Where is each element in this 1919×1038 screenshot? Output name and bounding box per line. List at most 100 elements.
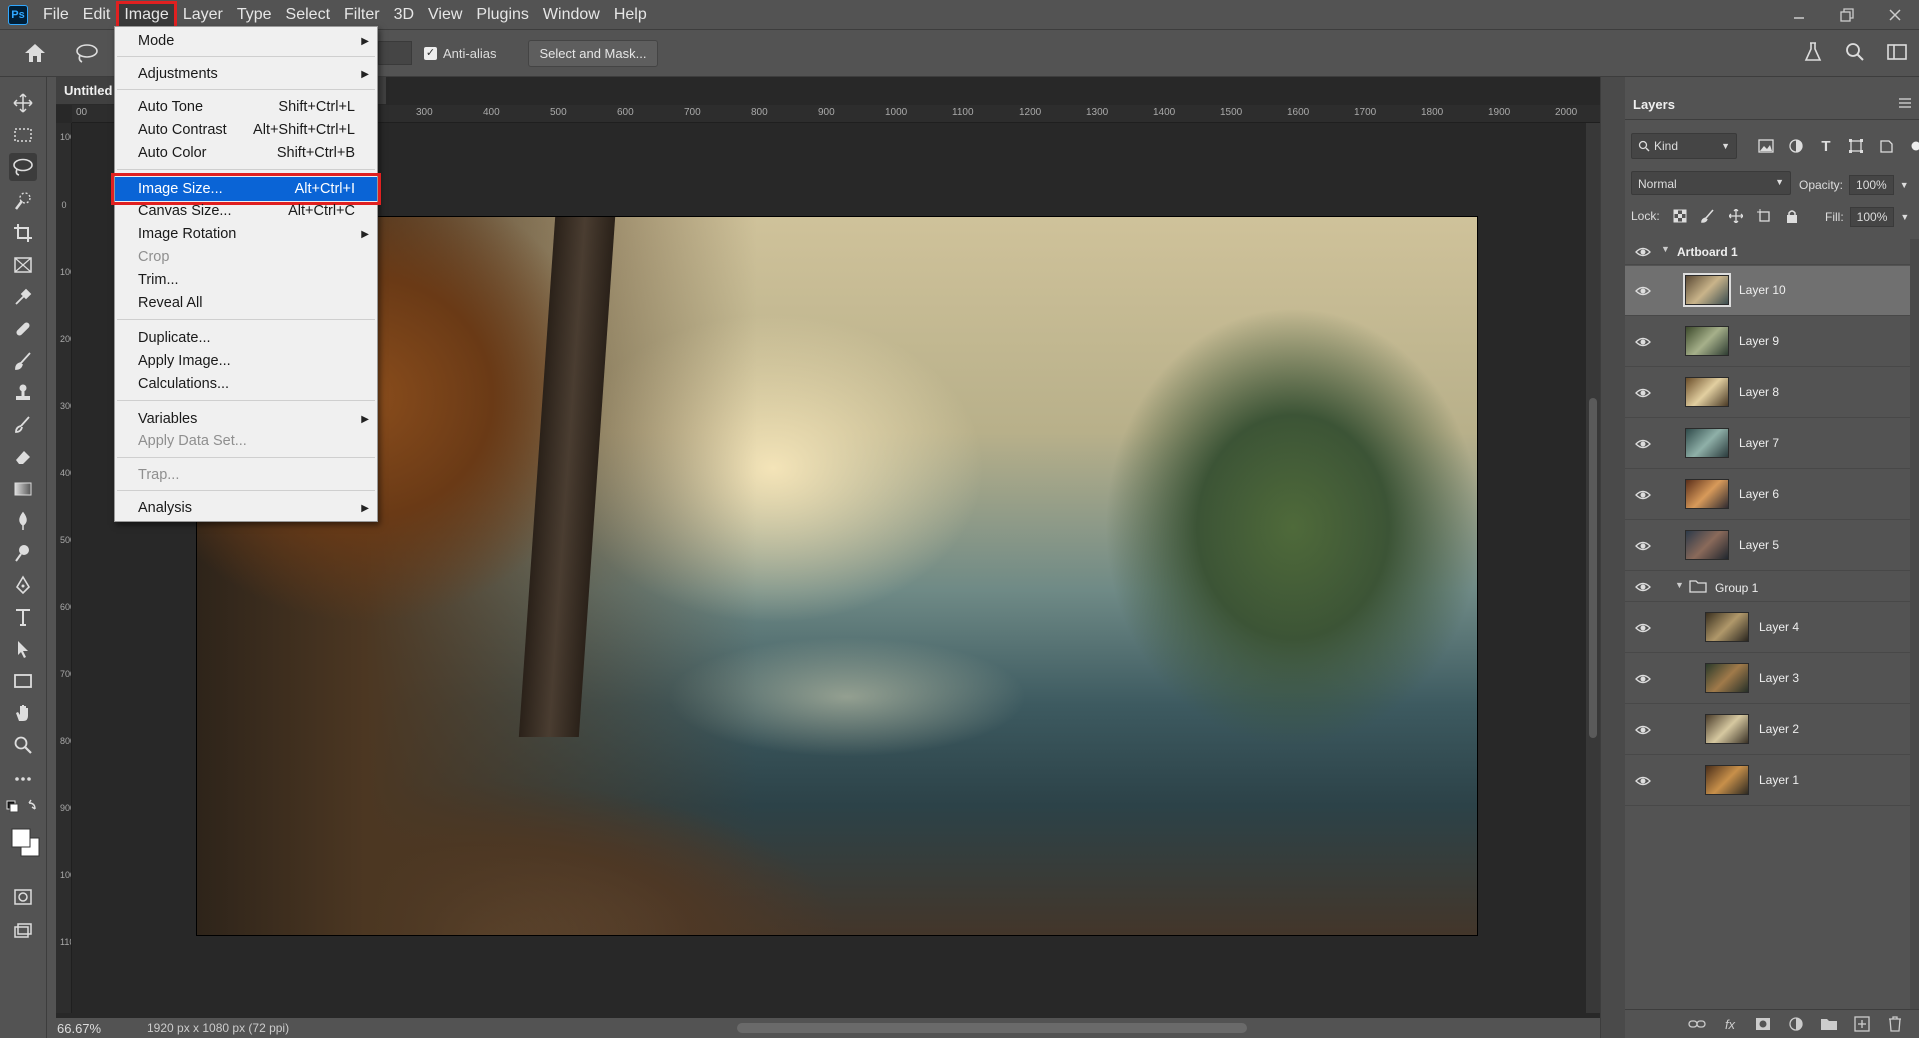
menu-plugins[interactable]: Plugins <box>471 4 533 26</box>
menu-item-trim[interactable]: Trim... <box>115 269 377 291</box>
menu-item-crop[interactable]: Crop <box>115 246 377 268</box>
lock-pixels-brush-icon[interactable] <box>1700 208 1716 224</box>
menu-item-trap[interactable]: Trap... <box>115 464 377 486</box>
layer-row[interactable]: Layer 8 <box>1625 368 1911 418</box>
screen-mode-button[interactable] <box>9 917 37 945</box>
document-info[interactable]: 1920 px x 1080 px (72 ppi) <box>147 1021 289 1035</box>
minimize-button[interactable] <box>1775 0 1823 29</box>
eye-icon[interactable] <box>1635 579 1651 595</box>
menu-item-apply-data-set[interactable]: Apply Data Set... <box>115 430 377 452</box>
zoom-tool[interactable] <box>9 731 37 759</box>
new-layer-icon[interactable] <box>1853 1015 1871 1033</box>
restore-button[interactable] <box>1823 0 1871 29</box>
zoom-level[interactable]: 66.67% <box>57 1021 135 1036</box>
quick-mask-button[interactable] <box>9 883 37 911</box>
menu-item-calculations[interactable]: Calculations... <box>115 373 377 395</box>
menu-item-reveal-all[interactable]: Reveal All <box>115 292 377 314</box>
type-tool[interactable] <box>9 603 37 631</box>
image-filter-icon[interactable] <box>1757 137 1775 155</box>
layer-row[interactable]: Layer 3 <box>1625 654 1911 704</box>
layer-row[interactable]: Layer 5 <box>1625 521 1911 571</box>
gradient-tool[interactable] <box>9 475 37 503</box>
eye-icon[interactable] <box>1635 283 1651 299</box>
layer-filter-kind[interactable]: Kind ▼ <box>1631 133 1737 159</box>
fill-input[interactable]: 100% <box>1849 207 1895 227</box>
eye-icon[interactable] <box>1635 722 1651 738</box>
crop-tool[interactable] <box>9 219 37 247</box>
menu-item-auto-color[interactable]: Auto Color Shift+Ctrl+B <box>115 142 377 164</box>
home-icon[interactable] <box>22 40 48 66</box>
menu-item-adjustments[interactable]: Adjustments ▶ <box>115 63 377 85</box>
chevron-down-icon[interactable]: ▼ <box>1661 244 1670 254</box>
lock-artboard-icon[interactable] <box>1756 208 1772 224</box>
workspace-icon[interactable] <box>1885 40 1909 64</box>
adjustment-layer-icon[interactable] <box>1787 1015 1805 1033</box>
layers-tab[interactable]: Layers <box>1625 89 1687 119</box>
more-tools[interactable] <box>9 765 37 793</box>
anti-alias-checkbox[interactable]: ✓ <box>424 47 437 60</box>
fx-icon[interactable]: fx <box>1721 1015 1739 1033</box>
layer-row[interactable]: Layer 6 <box>1625 470 1911 520</box>
eye-icon[interactable] <box>1635 436 1651 452</box>
menu-item-image-size[interactable]: Image Size... Alt+Ctrl+I <box>111 173 381 205</box>
link-layers-icon[interactable] <box>1688 1015 1706 1033</box>
menu-image[interactable]: Image <box>116 0 177 29</box>
adjustment-filter-icon[interactable] <box>1787 137 1805 155</box>
trash-icon[interactable] <box>1886 1015 1904 1033</box>
menu-view[interactable]: View <box>423 4 467 26</box>
quick-selection-tool[interactable] <box>9 187 37 215</box>
stamp-tool[interactable] <box>9 379 37 407</box>
menu-help[interactable]: Help <box>609 4 652 26</box>
vertical-ruler[interactable]: 100 0 100 200 300 400 500 600 700 800 90… <box>56 123 72 1013</box>
eye-icon[interactable] <box>1635 671 1651 687</box>
menu-item-mode[interactable]: Mode ▶ <box>115 30 377 52</box>
move-tool[interactable] <box>9 89 37 117</box>
chevron-down-icon[interactable]: ▼ <box>1900 180 1909 190</box>
hand-tool[interactable] <box>9 699 37 727</box>
menu-item-auto-contrast[interactable]: Auto Contrast Alt+Shift+Ctrl+L <box>115 119 377 141</box>
menu-filter[interactable]: Filter <box>339 4 385 26</box>
menu-3d[interactable]: 3D <box>389 4 419 26</box>
layer-row[interactable]: Layer 4 <box>1625 603 1911 653</box>
menu-item-auto-tone[interactable]: Auto Tone Shift+Ctrl+L <box>115 96 377 118</box>
menu-item-canvas-size[interactable]: Canvas Size... Alt+Ctrl+C <box>115 201 377 221</box>
menu-type[interactable]: Type <box>232 4 277 26</box>
eye-icon[interactable] <box>1635 487 1651 503</box>
foreground-background-colors[interactable] <box>9 825 43 861</box>
blend-mode-select[interactable]: Normal ▼ <box>1631 171 1791 195</box>
smart-object-filter-icon[interactable] <box>1877 137 1895 155</box>
add-mask-icon[interactable] <box>1754 1015 1772 1033</box>
feather-input[interactable] <box>378 41 412 65</box>
layer-row[interactable]: Layer 2 <box>1625 705 1911 755</box>
layer-row[interactable]: Layer 10 <box>1625 266 1911 316</box>
chevron-down-icon[interactable]: ▼ <box>1900 212 1909 222</box>
eye-icon[interactable] <box>1635 334 1651 350</box>
image-canvas[interactable] <box>196 216 1478 936</box>
horizontal-scroll-thumb[interactable] <box>737 1023 1247 1033</box>
layer-row[interactable]: Layer 1 <box>1625 756 1911 806</box>
search-icon[interactable] <box>1843 40 1867 64</box>
vertical-scrollbar[interactable] <box>1586 123 1600 1013</box>
vertical-scroll-thumb[interactable] <box>1589 398 1597 738</box>
anti-alias-toggle[interactable]: ✓ Anti-alias <box>424 46 496 61</box>
path-selection-tool[interactable] <box>9 635 37 663</box>
menu-edit[interactable]: Edit <box>78 4 116 26</box>
lasso-tool[interactable] <box>9 153 37 181</box>
healing-brush-tool[interactable] <box>9 315 37 343</box>
pen-tool[interactable] <box>9 571 37 599</box>
artboard-row[interactable]: ▼ Artboard 1 <box>1625 239 1911 265</box>
type-filter-icon[interactable]: T <box>1817 137 1835 155</box>
shape-filter-icon[interactable] <box>1847 137 1865 155</box>
menu-item-variables[interactable]: Variables ▶ <box>115 408 377 430</box>
menu-item-image-rotation[interactable]: Image Rotation ▶ <box>115 223 377 245</box>
eye-icon[interactable] <box>1635 620 1651 636</box>
lock-position-move-icon[interactable] <box>1728 208 1744 224</box>
menu-select[interactable]: Select <box>281 4 335 26</box>
dodge-tool[interactable] <box>9 539 37 567</box>
chevron-down-icon[interactable]: ▼ <box>1675 580 1684 590</box>
menu-file[interactable]: File <box>38 4 74 26</box>
flask-icon[interactable] <box>1801 40 1825 64</box>
rectangle-tool[interactable] <box>9 667 37 695</box>
menu-item-apply-image[interactable]: Apply Image... <box>115 350 377 372</box>
eye-icon[interactable] <box>1635 244 1651 260</box>
